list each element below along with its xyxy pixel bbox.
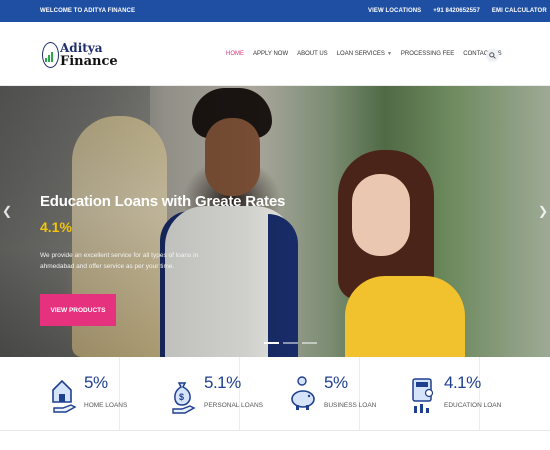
slider-dots <box>264 342 317 344</box>
search-button[interactable] <box>486 49 499 62</box>
menu-item-apply-now[interactable]: APPLY NOW <box>253 51 288 57</box>
hero-rate: 4.1% <box>40 219 72 235</box>
feature-business-loan[interactable]: 5% BUSINESS LOAN <box>240 357 376 430</box>
navbar: Aditya Finance HOME APPLY NOW ABOUT US L… <box>0 22 550 86</box>
feature-label: EDUCATION LOAN <box>444 402 502 409</box>
welcome-brand: ADITYA FINANCE <box>83 8 136 14</box>
search-icon <box>489 52 496 59</box>
view-products-button[interactable]: VIEW PRODUCTS <box>40 294 116 326</box>
logo-line1: Aditya <box>60 41 103 55</box>
slider-prev-arrow-icon[interactable]: ❮ <box>2 204 12 218</box>
divider <box>0 430 550 431</box>
feature-percent: 5% <box>324 373 348 392</box>
menu-item-about-us[interactable]: ABOUT US <box>297 51 328 57</box>
menu-item-processing-fee[interactable]: PROCESSING FEE <box>401 51 454 57</box>
menu-item-loan-services-label: LOAN SERVICES <box>336 51 385 57</box>
feature-personal-loans[interactable]: $ 5.1% PERSONAL LOANS <box>120 357 263 430</box>
money-bag-hand-icon: $ <box>172 382 196 414</box>
loan-features: 5% HOME LOANS $ 5.1% PERSONAL LOANS 5% B… <box>0 357 550 450</box>
logo-bars-icon <box>45 50 53 62</box>
hero-title: Education Loans with Greate Rates <box>40 193 286 210</box>
menu-item-loan-services[interactable]: LOAN SERVICES ▼ <box>337 51 392 57</box>
menu-item-home[interactable]: HOME <box>226 51 244 57</box>
slider-dot[interactable] <box>283 342 298 344</box>
feature-percent: 4.1% <box>444 373 481 392</box>
feature-percent: 5.1% <box>204 373 241 392</box>
chevron-down-icon: ▼ <box>386 51 392 57</box>
topbar: WELCOME TO ADITYA FINANCE VIEW LOCATIONS… <box>0 0 550 22</box>
welcome-prefix: WELCOME TO <box>40 8 83 14</box>
emi-calculator-link[interactable]: EMI CALCULATOR <box>492 8 547 14</box>
svg-text:$: $ <box>179 392 184 402</box>
feature-education-loan[interactable]: 4.1% EDUCATION LOAN <box>360 357 501 430</box>
piggy-bank-icon <box>291 376 315 410</box>
hero-description: We provide an excellent service for all … <box>40 252 199 270</box>
calculator-coins-icon <box>412 378 434 413</box>
topbar-links: VIEW LOCATIONS +91 8420652557 EMI CALCUL… <box>368 8 547 14</box>
phone-link[interactable]: +91 8420652557 <box>433 8 480 14</box>
slider-dot[interactable] <box>302 342 317 344</box>
hero-slider: Education Loans with Greate Rates 4.1% W… <box>0 86 550 357</box>
house-hand-icon <box>52 379 77 413</box>
logo[interactable]: Aditya Finance <box>42 40 118 72</box>
view-locations-link[interactable]: VIEW LOCATIONS <box>368 8 421 14</box>
slider-next-arrow-icon[interactable]: ❯ <box>538 204 548 218</box>
main-menu: HOME APPLY NOW ABOUT US LOAN SERVICES ▼ P… <box>226 51 502 57</box>
feature-home-loans[interactable]: 5% HOME LOANS <box>0 357 127 430</box>
logo-line2: Finance <box>60 54 118 69</box>
slider-dot[interactable] <box>264 342 279 344</box>
feature-percent: 5% <box>84 373 108 392</box>
welcome-text: WELCOME TO ADITYA FINANCE <box>40 8 135 14</box>
